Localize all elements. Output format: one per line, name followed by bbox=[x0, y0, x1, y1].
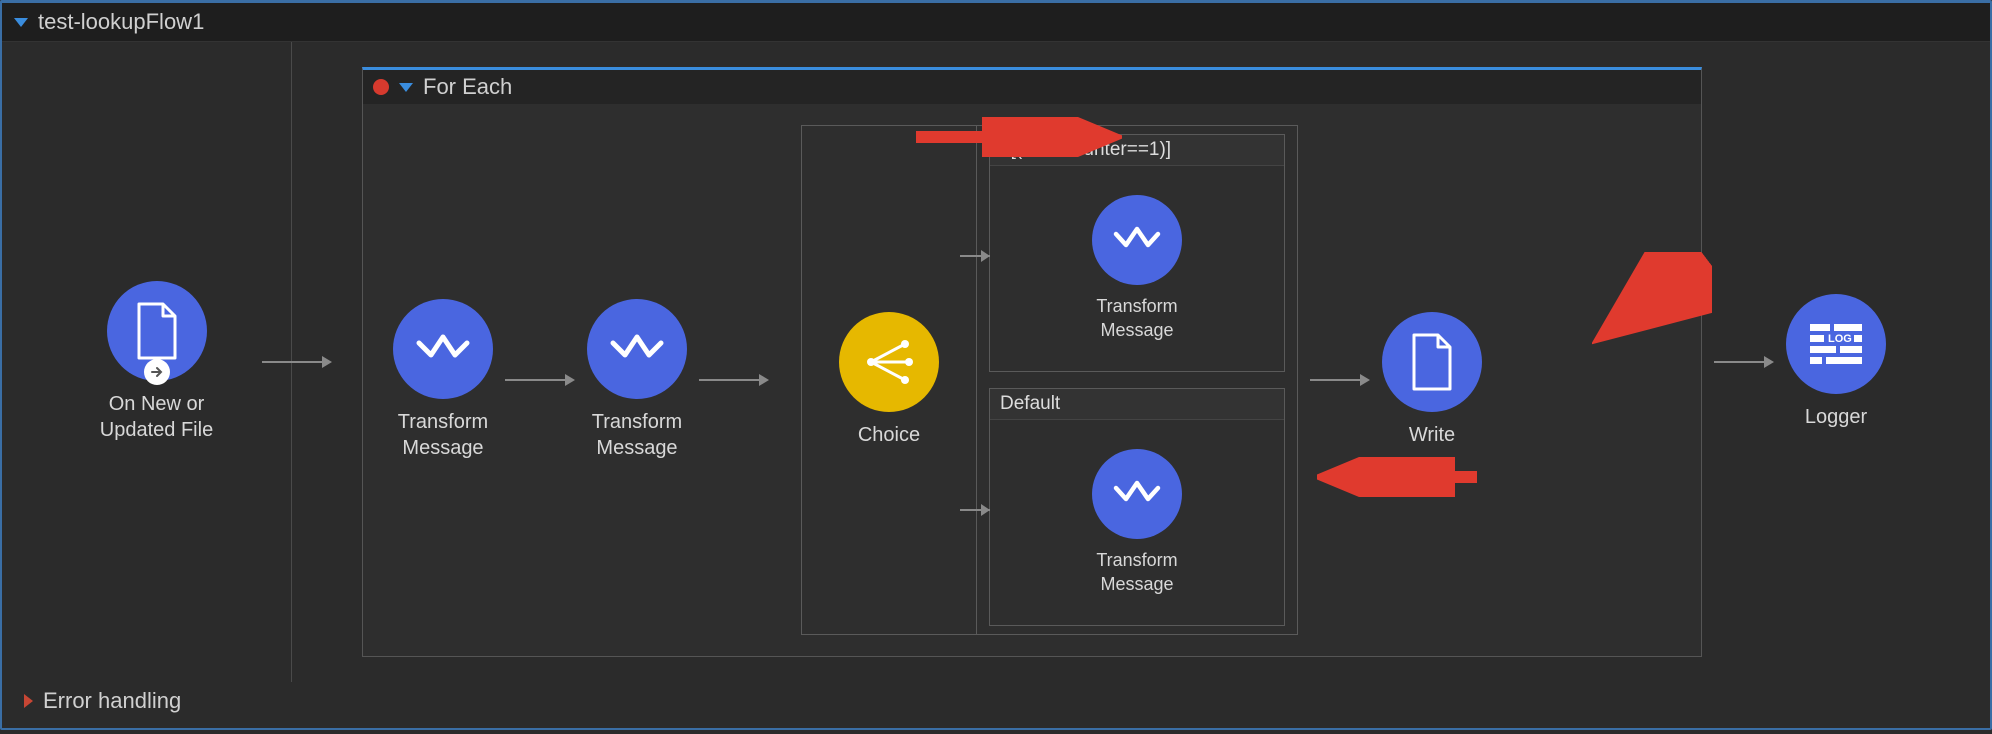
logger-icon: LOG bbox=[1786, 294, 1886, 394]
error-handling-section[interactable]: Error handling bbox=[8, 680, 197, 722]
transform-node-2[interactable]: Transform Message bbox=[587, 299, 687, 461]
choice-node[interactable]: Choice bbox=[839, 312, 939, 448]
router-icon bbox=[859, 332, 919, 392]
arrow-icon bbox=[699, 379, 769, 381]
dataweave-icon bbox=[1112, 222, 1162, 258]
arrow-icon bbox=[1714, 361, 1774, 363]
connector-icon bbox=[960, 255, 990, 257]
route1-node-label: Transform Message bbox=[1096, 295, 1177, 342]
choice-routes: #[(vars.counter==1)] Transform Message bbox=[977, 126, 1297, 634]
source-label: On New or Updated File bbox=[100, 391, 213, 443]
document-icon bbox=[1408, 333, 1456, 391]
foreach-scope[interactable]: For Each Transform Message bbox=[362, 67, 1702, 657]
choice-icon bbox=[839, 312, 939, 412]
logger-label: Logger bbox=[1805, 404, 1867, 430]
transform-icon bbox=[1092, 449, 1182, 539]
transform-node-route2[interactable]: Transform Message bbox=[1092, 449, 1182, 596]
choice-container: Choice #[(vars.counter==1)] bbox=[801, 125, 1298, 635]
transform-2-label: Transform Message bbox=[592, 409, 682, 461]
error-handling-label: Error handling bbox=[43, 688, 181, 714]
route-default-label: Default bbox=[990, 389, 1284, 420]
transform-node-route1[interactable]: Transform Message bbox=[1092, 195, 1182, 342]
arrow-icon bbox=[1310, 379, 1370, 381]
arrow-icon bbox=[262, 361, 332, 363]
connector-icon bbox=[960, 509, 990, 511]
dataweave-icon bbox=[415, 329, 471, 369]
flow-header[interactable]: test-lookupFlow1 bbox=[2, 3, 1990, 42]
transform-icon bbox=[587, 299, 687, 399]
flow-title: test-lookupFlow1 bbox=[38, 9, 204, 35]
collapse-icon[interactable] bbox=[399, 83, 413, 92]
log-icon: LOG bbox=[1806, 320, 1866, 368]
source-lane: On New or Updated File bbox=[22, 42, 292, 682]
transform-1-label: Transform Message bbox=[398, 409, 488, 461]
transform-icon bbox=[393, 299, 493, 399]
flow-body: On New or Updated File For Each bbox=[2, 42, 1990, 682]
arrow-icon bbox=[505, 379, 575, 381]
foreach-title: For Each bbox=[423, 74, 512, 100]
svg-text:LOG: LOG bbox=[1828, 333, 1852, 345]
choice-label: Choice bbox=[858, 422, 920, 448]
route2-node-label: Transform Message bbox=[1096, 549, 1177, 596]
logger-node[interactable]: LOG Logger bbox=[1786, 294, 1886, 430]
choice-route-default[interactable]: Default Transform Message bbox=[989, 388, 1285, 626]
file-write-icon bbox=[1382, 312, 1482, 412]
dataweave-icon bbox=[1112, 476, 1162, 512]
file-listener-icon bbox=[107, 281, 207, 381]
write-label: Write bbox=[1409, 422, 1455, 448]
expand-icon[interactable] bbox=[24, 694, 33, 708]
document-icon bbox=[133, 302, 181, 360]
route-condition-label: #[(vars.counter==1)] bbox=[990, 135, 1284, 166]
breakpoint-icon[interactable] bbox=[373, 79, 389, 95]
foreach-body: Transform Message Transform Message bbox=[363, 104, 1701, 656]
foreach-header[interactable]: For Each bbox=[363, 70, 1701, 104]
choice-route-when[interactable]: #[(vars.counter==1)] Transform Message bbox=[989, 134, 1285, 372]
source-badge-icon bbox=[144, 359, 170, 385]
flow-container: test-lookupFlow1 On New or Updated File bbox=[0, 0, 1992, 730]
dataweave-icon bbox=[609, 329, 665, 369]
transform-icon bbox=[1092, 195, 1182, 285]
choice-left: Choice bbox=[802, 126, 977, 634]
collapse-icon[interactable] bbox=[14, 18, 28, 27]
write-node[interactable]: Write bbox=[1382, 312, 1482, 448]
transform-node-1[interactable]: Transform Message bbox=[393, 299, 493, 461]
source-node[interactable]: On New or Updated File bbox=[100, 281, 213, 443]
route-1-body: Transform Message bbox=[990, 166, 1284, 371]
route-2-body: Transform Message bbox=[990, 420, 1284, 625]
